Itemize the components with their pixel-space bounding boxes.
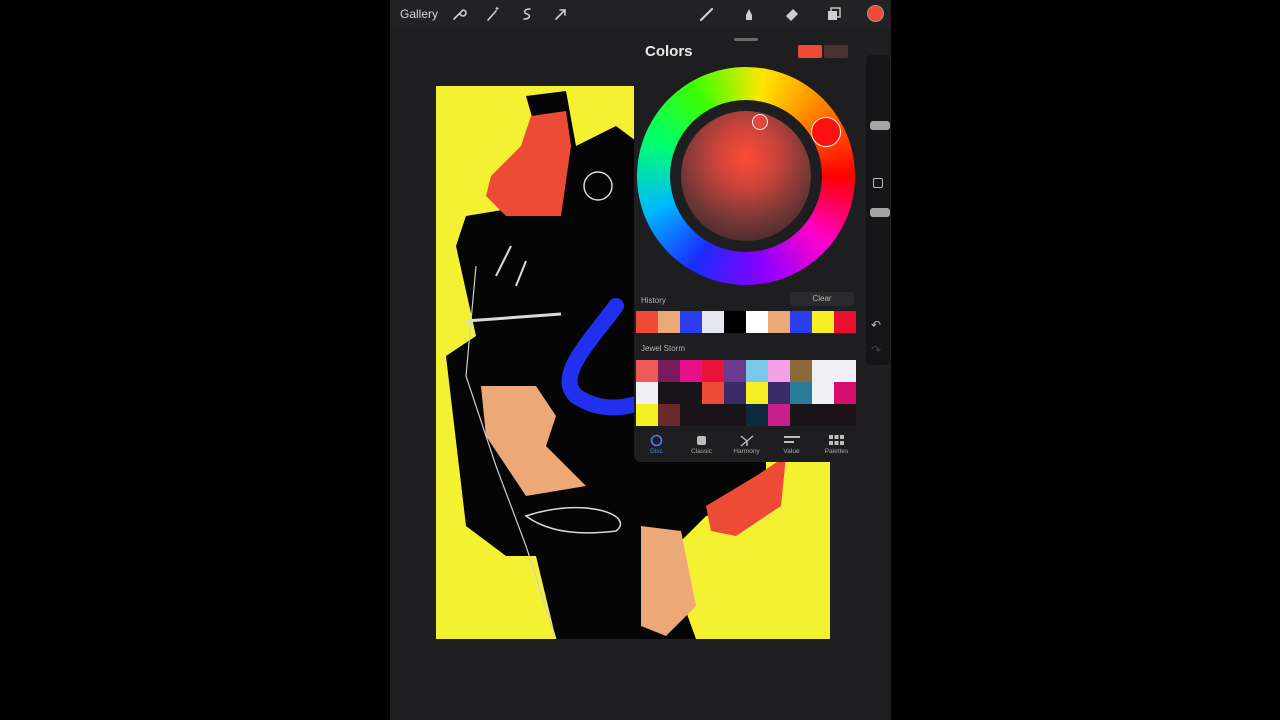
selection-icon[interactable] <box>518 5 536 23</box>
tab-classic[interactable]: Classic <box>679 430 724 462</box>
tab-disc[interactable]: Disc <box>634 430 679 462</box>
disc-icon <box>634 433 679 448</box>
transform-arrow-icon[interactable] <box>552 5 570 23</box>
gallery-button[interactable]: Gallery <box>400 7 438 21</box>
previous-color-swatch[interactable] <box>824 45 848 58</box>
palette-swatch[interactable] <box>768 360 790 382</box>
brush-sidebar: ↶ ↷ <box>866 55 890 365</box>
history-swatches <box>636 311 856 333</box>
palette-swatch[interactable] <box>812 360 834 382</box>
palette-swatch[interactable] <box>790 360 812 382</box>
tab-label: Value <box>783 448 800 455</box>
palette-row <box>636 404 856 426</box>
layers-icon[interactable] <box>825 5 843 23</box>
history-swatch[interactable] <box>790 311 812 333</box>
palette-swatch[interactable] <box>812 404 834 426</box>
color-mode-tabs: Disc Classic Harmony Value Palettes <box>634 430 860 462</box>
eraser-icon[interactable] <box>783 5 801 23</box>
palette-swatch[interactable] <box>746 382 768 404</box>
history-swatch[interactable] <box>812 311 834 333</box>
brush-size-slider[interactable] <box>870 121 890 130</box>
palette-swatch[interactable] <box>680 404 702 426</box>
palette-swatch[interactable] <box>724 382 746 404</box>
palette-swatch[interactable] <box>790 404 812 426</box>
palette-swatch[interactable] <box>812 382 834 404</box>
palette-name: Jewel Storm <box>641 344 686 353</box>
hue-picker[interactable] <box>811 117 841 147</box>
history-swatch[interactable] <box>680 311 702 333</box>
palette-swatch[interactable] <box>724 404 746 426</box>
palette-swatch[interactable] <box>636 360 658 382</box>
tab-palettes[interactable]: Palettes <box>814 430 859 462</box>
value-sliders-icon <box>769 433 814 448</box>
palette-swatch[interactable] <box>768 404 790 426</box>
opacity-slider[interactable] <box>870 208 890 217</box>
palette-swatch[interactable] <box>746 404 768 426</box>
tab-harmony[interactable]: Harmony <box>724 430 769 462</box>
modify-square-icon[interactable] <box>873 178 883 188</box>
tab-label: Classic <box>691 448 712 455</box>
palette-swatch[interactable] <box>702 404 724 426</box>
palette-row <box>636 382 856 404</box>
top-toolbar: Gallery <box>390 0 891 28</box>
classic-square-icon <box>679 433 724 448</box>
palette-row <box>636 360 856 382</box>
history-swatch[interactable] <box>724 311 746 333</box>
palette-swatch[interactable] <box>658 404 680 426</box>
history-swatch[interactable] <box>636 311 658 333</box>
palette-swatch[interactable] <box>768 382 790 404</box>
palette-swatch[interactable] <box>834 404 856 426</box>
current-color-swatch[interactable] <box>798 45 822 58</box>
palette-swatch[interactable] <box>680 382 702 404</box>
palettes-grid-icon <box>814 433 859 448</box>
current-color-button[interactable] <box>867 5 884 22</box>
undo-icon[interactable]: ↶ <box>871 318 881 332</box>
palette-swatch[interactable] <box>834 360 856 382</box>
history-swatch[interactable] <box>702 311 724 333</box>
tab-label: Harmony <box>733 448 760 455</box>
history-swatch[interactable] <box>746 311 768 333</box>
brush-icon[interactable] <box>698 5 716 23</box>
palette-swatch[interactable] <box>834 382 856 404</box>
palette-swatch[interactable] <box>724 360 746 382</box>
wrench-icon[interactable] <box>450 5 468 23</box>
history-swatch[interactable] <box>658 311 680 333</box>
palette-swatch[interactable] <box>790 382 812 404</box>
palette-swatch[interactable] <box>702 360 724 382</box>
saturation-picker[interactable] <box>752 114 768 130</box>
procreate-screen: Gallery ↶ ↷ Colors History Clear Jewel S… <box>390 0 891 720</box>
palette-swatch[interactable] <box>680 360 702 382</box>
palette-swatch[interactable] <box>746 360 768 382</box>
history-label: History <box>641 296 666 305</box>
palette-swatch[interactable] <box>658 382 680 404</box>
tab-label: Palettes <box>824 448 849 455</box>
colors-panel: Colors History Clear Jewel Storm Disc Cl… <box>634 34 860 462</box>
redo-icon[interactable]: ↷ <box>871 343 881 357</box>
saturation-brightness-disc[interactable] <box>681 111 811 241</box>
palette-swatch[interactable] <box>636 404 658 426</box>
smudge-icon[interactable] <box>740 5 758 23</box>
harmony-icon <box>724 433 769 448</box>
panel-grabber[interactable] <box>734 38 758 41</box>
tab-label: Disc <box>650 448 663 455</box>
magic-wand-icon[interactable] <box>484 5 502 23</box>
tab-value[interactable]: Value <box>769 430 814 462</box>
palette-swatch[interactable] <box>658 360 680 382</box>
history-swatch[interactable] <box>768 311 790 333</box>
palette-swatch[interactable] <box>702 382 724 404</box>
palette-swatch[interactable] <box>636 382 658 404</box>
panel-title: Colors <box>645 43 693 60</box>
clear-history-button[interactable]: Clear <box>790 292 854 306</box>
history-swatch[interactable] <box>834 311 856 333</box>
